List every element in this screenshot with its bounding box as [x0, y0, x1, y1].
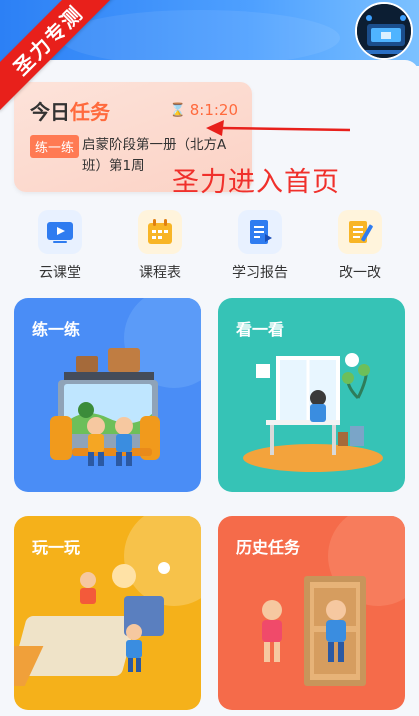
- hourglass-icon: ⌛: [169, 102, 186, 118]
- nav-cloud-classroom[interactable]: 云课堂: [20, 210, 100, 282]
- task-card-title: 今日任务: [30, 96, 110, 125]
- video-icon: [38, 210, 82, 254]
- task-card-title-prefix: 今日: [30, 100, 70, 124]
- tile-watch[interactable]: 看一看: [218, 298, 405, 492]
- tile-title-practice: 练一练: [32, 320, 81, 339]
- tile-title-history: 历史任务: [236, 538, 301, 557]
- calendar-icon: [138, 210, 182, 254]
- avatar[interactable]: [355, 2, 413, 60]
- tile-title-watch: 看一看: [236, 320, 285, 339]
- tile-history[interactable]: 历史任务: [218, 516, 405, 710]
- nav-label-cloud-classroom: 云课堂: [39, 265, 81, 281]
- task-timer: ⌛ 8:1:20: [170, 101, 238, 119]
- nav-schedule[interactable]: 课程表: [120, 210, 200, 282]
- nav-label-study-report: 学习报告: [232, 265, 288, 281]
- nav-study-report[interactable]: 学习报告: [220, 210, 300, 282]
- report-icon: [238, 210, 282, 254]
- header-decoration: [60, 10, 340, 66]
- annotation-text: 圣力进入首页: [172, 167, 340, 198]
- nav-revise[interactable]: 改一改: [320, 210, 400, 282]
- edit-notes-icon: [338, 210, 382, 254]
- tile-title-play: 玩一玩: [32, 538, 81, 557]
- tile-play[interactable]: 玩一玩: [14, 516, 201, 710]
- quick-nav: 云课堂 课程表 学习报告 改一改: [0, 210, 419, 284]
- task-card-title-accent: 任务: [70, 100, 110, 124]
- timer-value: 8:1:20: [189, 101, 238, 119]
- tile-practice[interactable]: 练一练: [14, 298, 201, 492]
- task-type-badge: 练一练: [30, 135, 80, 158]
- nav-label-schedule: 课程表: [139, 265, 181, 281]
- annotation-arrow: [206, 120, 350, 136]
- nav-label-revise: 改一改: [339, 265, 381, 281]
